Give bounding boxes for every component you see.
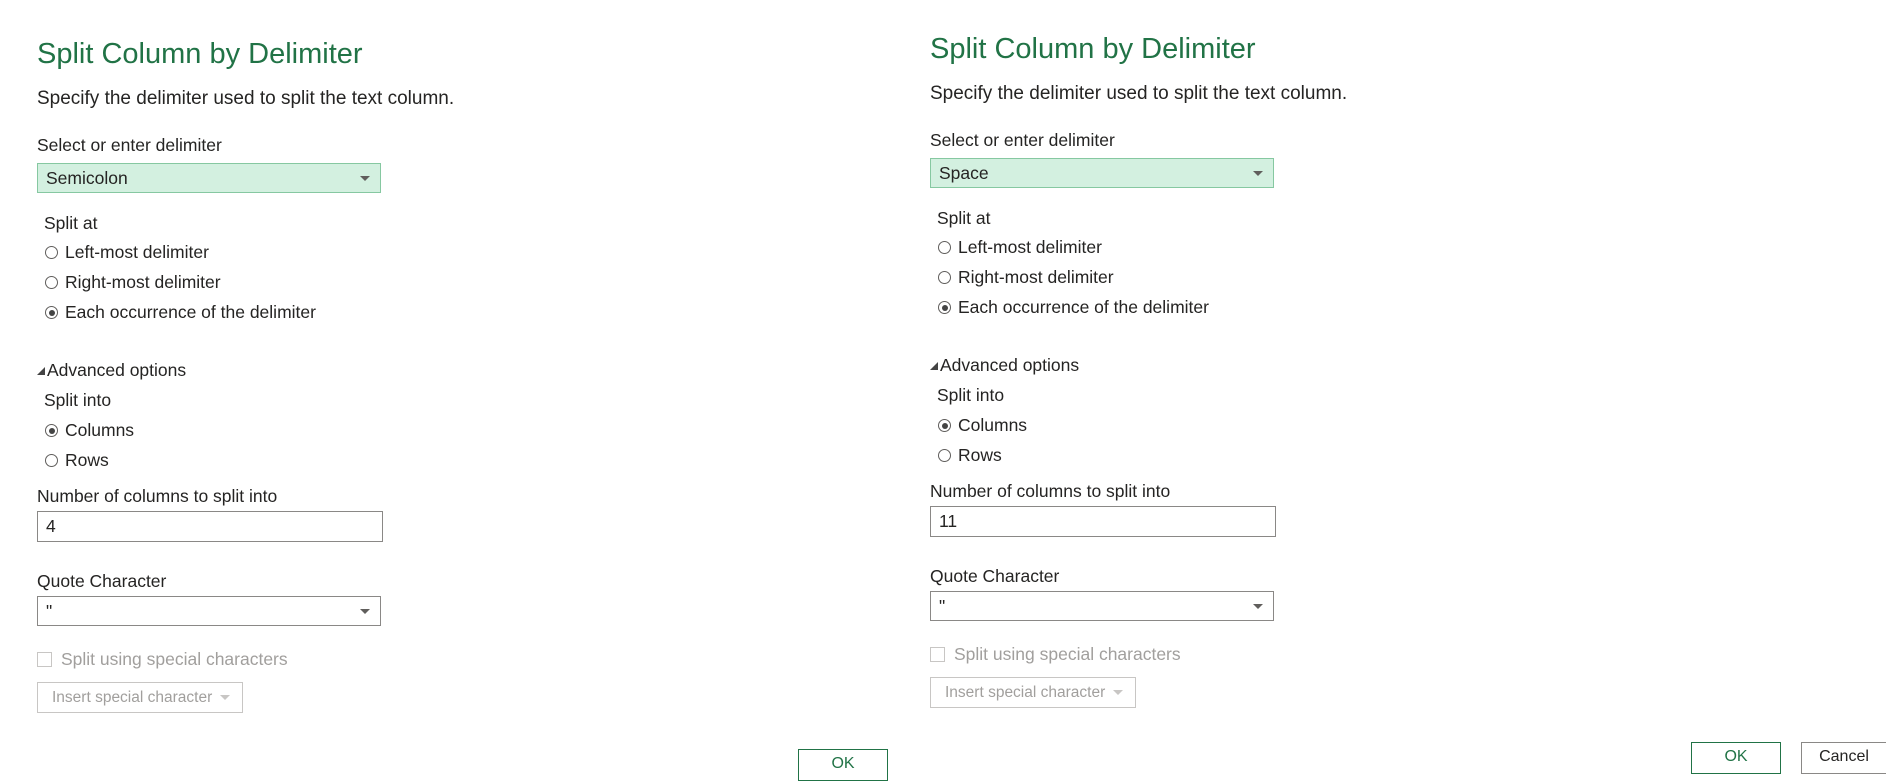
delimiter-dropdown[interactable]: Semicolon (37, 163, 381, 193)
split-into-label: Split into (44, 390, 112, 410)
num-columns-field[interactable] (930, 506, 1276, 537)
insert-special-label: Insert special character (945, 684, 1106, 701)
ok-button[interactable]: OK (798, 749, 888, 781)
radio-button-icon (938, 301, 951, 314)
checkbox-icon (37, 652, 52, 667)
num-columns-label: Number of columns to split into (37, 486, 278, 506)
expanded-triangle-icon (930, 362, 938, 370)
advanced-options-label: Advanced options (47, 360, 187, 380)
radio-right-most-delimiter[interactable]: Right-most delimiter (938, 267, 1114, 288)
delimiter-dropdown[interactable]: Space (930, 158, 1274, 188)
chevron-down-icon (1253, 171, 1263, 176)
chevron-down-icon (360, 176, 370, 181)
insert-special-label: Insert special character (52, 689, 213, 706)
quote-character-value: " (46, 601, 53, 621)
quote-character-dropdown[interactable]: " (37, 596, 381, 626)
chevron-down-icon (220, 695, 230, 700)
delimiter-value: Space (939, 163, 989, 183)
chevron-down-icon (1253, 604, 1263, 609)
quote-character-label: Quote Character (37, 571, 167, 591)
radio-label: Columns (65, 420, 135, 440)
radio-each-occurrence[interactable]: Each occurrence of the delimiter (45, 302, 316, 323)
radio-label: Right-most delimiter (958, 267, 1114, 287)
special-characters-checkbox[interactable]: Split using special characters (37, 649, 288, 670)
radio-each-occurrence[interactable]: Each occurrence of the delimiter (938, 297, 1209, 318)
radio-button-icon (45, 246, 58, 259)
radio-left-most-delimiter[interactable]: Left-most delimiter (45, 242, 209, 263)
radio-rows[interactable]: Rows (45, 450, 109, 471)
checkbox-label: Split using special characters (954, 644, 1181, 664)
split-into-label: Split into (937, 385, 1005, 405)
quote-character-dropdown[interactable]: " (930, 591, 1274, 621)
insert-special-character-button[interactable]: Insert special character (37, 682, 243, 713)
radio-button-icon (45, 306, 58, 319)
cancel-button[interactable]: Cancel (1801, 742, 1886, 774)
radio-label: Rows (958, 445, 1002, 465)
radio-button-icon (45, 454, 58, 467)
radio-label: Each occurrence of the delimiter (958, 297, 1209, 317)
dialog-description: Specify the delimiter used to split the … (930, 83, 1348, 104)
ok-button[interactable]: OK (1691, 742, 1781, 774)
split-column-dialog-left: Split Column by Delimiter Specify the de… (37, 0, 937, 781)
radio-columns[interactable]: Columns (45, 420, 134, 441)
radio-label: Columns (958, 415, 1028, 435)
split-at-label: Split at (44, 213, 98, 233)
dialog-description: Specify the delimiter used to split the … (37, 88, 455, 109)
radio-left-most-delimiter[interactable]: Left-most delimiter (938, 237, 1102, 258)
radio-rows[interactable]: Rows (938, 445, 1002, 466)
radio-label: Each occurrence of the delimiter (65, 302, 316, 322)
split-column-dialog-right: Split Column by Delimiter Specify the de… (930, 0, 1886, 774)
radio-label: Rows (65, 450, 109, 470)
radio-button-icon (938, 449, 951, 462)
delimiter-label: Select or enter delimiter (37, 135, 222, 155)
quote-character-label: Quote Character (930, 566, 1060, 586)
quote-character-value: " (939, 596, 946, 616)
advanced-options-label: Advanced options (940, 355, 1080, 375)
dialog-title: Split Column by Delimiter (930, 33, 1256, 65)
split-at-label: Split at (937, 208, 991, 228)
checkbox-label: Split using special characters (61, 649, 288, 669)
insert-special-character-button[interactable]: Insert special character (930, 677, 1136, 708)
checkbox-icon (930, 647, 945, 662)
chevron-down-icon (360, 609, 370, 614)
num-columns-label: Number of columns to split into (930, 481, 1171, 501)
delimiter-value: Semicolon (46, 168, 128, 188)
num-columns-input[interactable] (939, 511, 1259, 532)
dialog-title: Split Column by Delimiter (37, 38, 363, 70)
radio-label: Left-most delimiter (958, 237, 1102, 257)
special-characters-checkbox[interactable]: Split using special characters (930, 644, 1181, 665)
radio-button-icon (938, 271, 951, 284)
num-columns-input[interactable] (46, 516, 366, 537)
chevron-down-icon (1113, 690, 1123, 695)
num-columns-field[interactable] (37, 511, 383, 542)
radio-button-icon (45, 424, 58, 437)
radio-button-icon (45, 276, 58, 289)
advanced-options-toggle[interactable]: Advanced options (930, 355, 1079, 376)
radio-right-most-delimiter[interactable]: Right-most delimiter (45, 272, 221, 293)
expanded-triangle-icon (37, 367, 45, 375)
delimiter-label: Select or enter delimiter (930, 130, 1115, 150)
radio-label: Left-most delimiter (65, 242, 209, 262)
radio-button-icon (938, 419, 951, 432)
radio-columns[interactable]: Columns (938, 415, 1027, 436)
radio-button-icon (938, 241, 951, 254)
advanced-options-toggle[interactable]: Advanced options (37, 360, 186, 381)
radio-label: Right-most delimiter (65, 272, 221, 292)
